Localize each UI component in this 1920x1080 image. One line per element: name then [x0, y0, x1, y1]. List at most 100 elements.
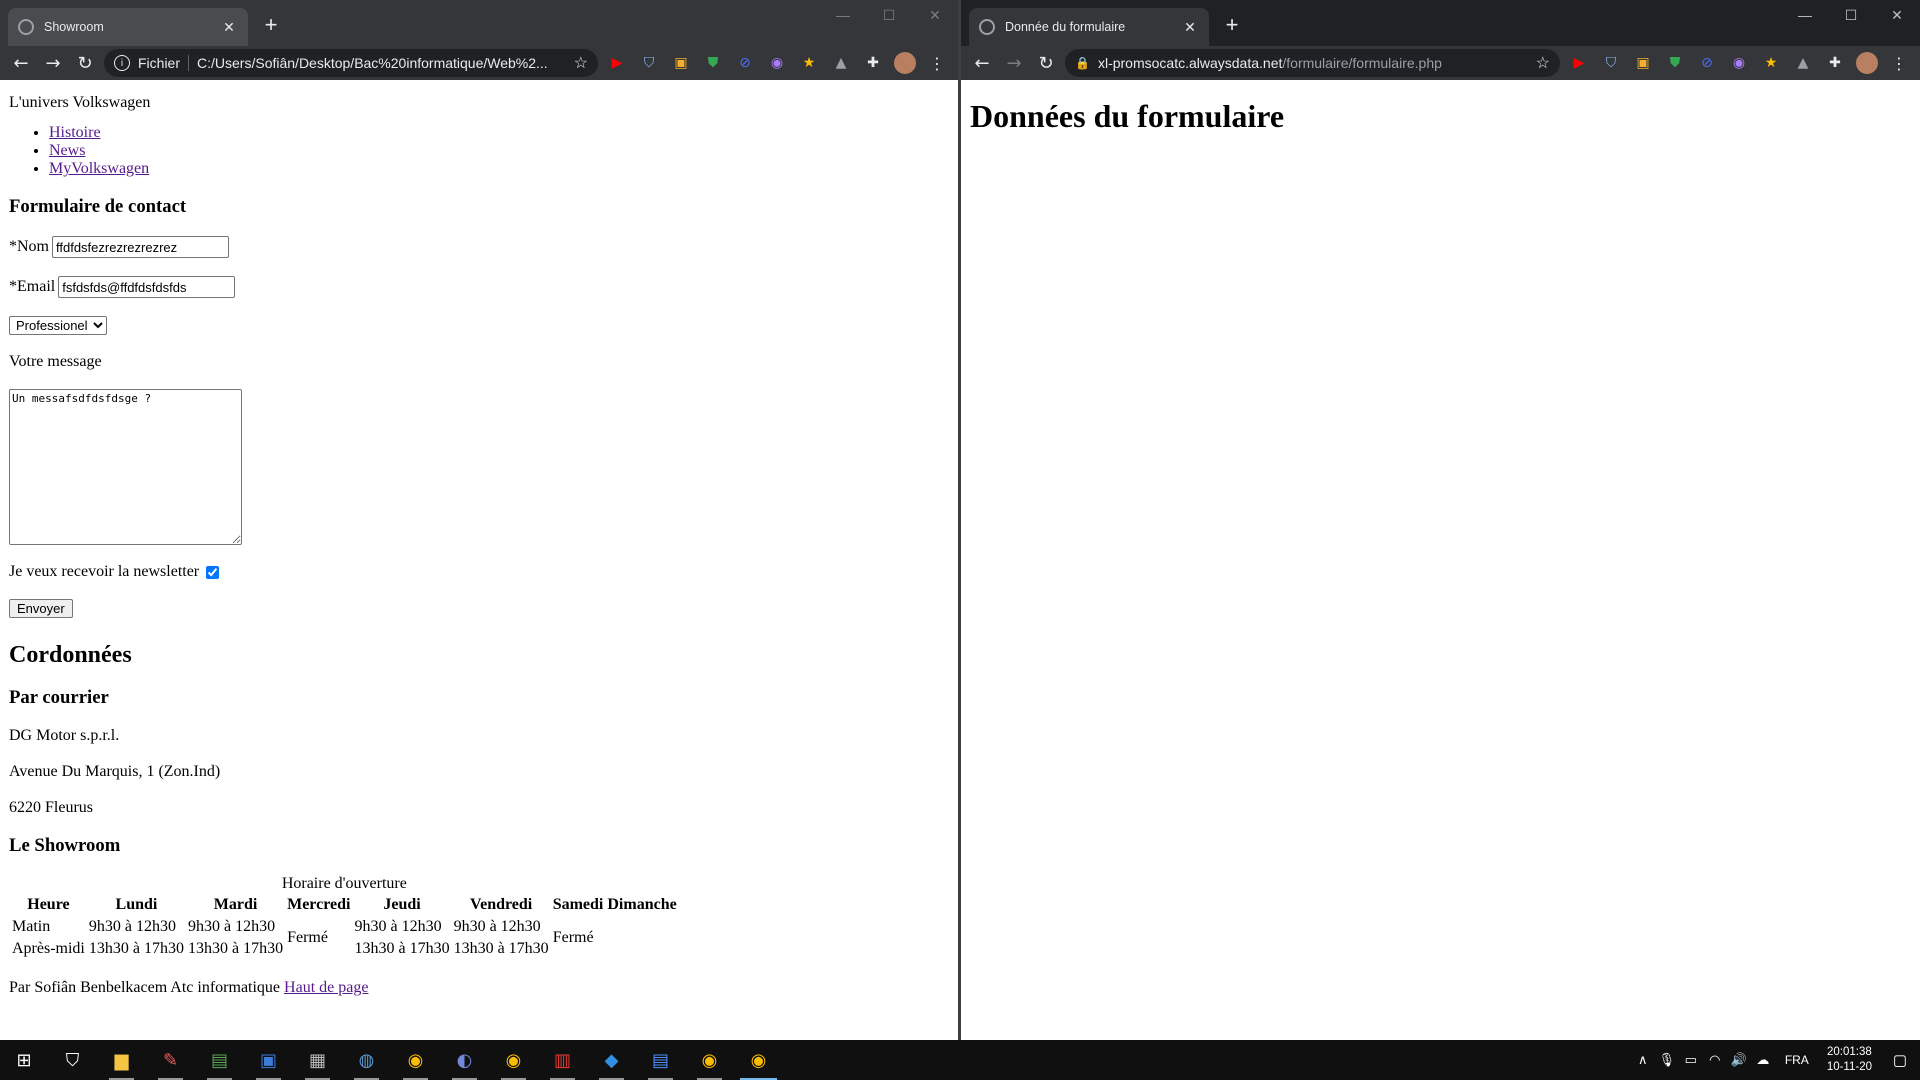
document-app-icon[interactable]: ▤ [636, 1040, 685, 1080]
wifi-icon[interactable]: ◠ [1703, 1040, 1727, 1080]
tab-form-data[interactable]: Donnée du formulaire ✕ [969, 8, 1209, 46]
bookmark-star-icon[interactable]: ☆ [1536, 53, 1550, 73]
close-window-button[interactable]: ✕ [1874, 0, 1920, 30]
th-jeudi: Jeudi [383, 896, 421, 913]
minimize-button[interactable]: — [1782, 0, 1828, 30]
new-tab-button[interactable]: + [1219, 12, 1245, 38]
nav-link-news[interactable]: News [49, 142, 85, 159]
newsletter-row: Je veux recevoir la newsletter [9, 563, 949, 581]
nav-link-myvolkswagen[interactable]: MyVolkswagen [49, 160, 149, 177]
name-input[interactable] [52, 236, 229, 258]
reload-button[interactable]: ↻ [1033, 50, 1059, 76]
menu-icon[interactable]: ⋮ [1886, 50, 1912, 76]
taskbar: ⊞ ⛉ ▆ ✎ ▤ ▣ ▦ ◍ ◉ ◐ ◉ ▥ ◆ ▤ ◉ ◉ ∧ 🎙 ▭ ◠ … [0, 1040, 1920, 1080]
category-select[interactable]: Professionel [9, 316, 107, 335]
green-shield-extension-icon[interactable]: ⛊ [1662, 50, 1688, 76]
minimize-button[interactable]: — [820, 0, 866, 30]
volume-icon[interactable]: 🔊 [1727, 1040, 1751, 1080]
discord-icon[interactable]: ◐ [440, 1040, 489, 1080]
address-bar[interactable]: i Fichier C:/Users/Sofiân/Desktop/Bac%20… [104, 49, 598, 77]
file-explorer-icon[interactable]: ▆ [97, 1040, 146, 1080]
youtube-extension-icon[interactable]: ▶ [1566, 50, 1592, 76]
drive-extension-icon[interactable]: ▲ [1790, 50, 1816, 76]
chrome-icon[interactable]: ◉ [489, 1040, 538, 1080]
cloud-icon[interactable]: ☁ [1751, 1040, 1775, 1080]
chrome-icon[interactable]: ◉ [391, 1040, 440, 1080]
youtube-extension-icon[interactable]: ▶ [604, 50, 630, 76]
info-icon[interactable]: i [114, 55, 130, 71]
drive-extension-icon[interactable]: ▲ [828, 50, 854, 76]
nav-link-histoire[interactable]: Histoire [49, 124, 101, 141]
browser-window-left: Showroom ✕ + — ☐ ✕ ← → ↻ i Fichier C:/Us… [0, 0, 958, 1040]
eye-extension-icon[interactable]: ◉ [764, 50, 790, 76]
calculator-icon[interactable]: ▦ [293, 1040, 342, 1080]
chat-app-icon[interactable]: ◍ [342, 1040, 391, 1080]
back-button[interactable]: ← [969, 50, 995, 76]
star-extension-icon[interactable]: ★ [796, 50, 822, 76]
table-cell: Fermé [552, 929, 594, 946]
security-app-icon[interactable]: ⛉ [48, 1040, 97, 1080]
paint-app-icon[interactable]: ✎ [146, 1040, 195, 1080]
pdf-app-icon[interactable]: ▥ [538, 1040, 587, 1080]
chevron-up-icon[interactable]: ∧ [1631, 1040, 1655, 1080]
email-input[interactable] [58, 276, 236, 298]
chrome-icon[interactable]: ◉ [734, 1040, 783, 1080]
clock-date: 10-11-20 [1826, 1061, 1872, 1073]
green-shield-extension-icon[interactable]: ⛊ [700, 50, 726, 76]
table-cell: 9h30 à 12h30 [187, 918, 276, 935]
maximize-button[interactable]: ☐ [1828, 0, 1874, 30]
close-window-button[interactable]: ✕ [912, 0, 958, 30]
address-divider [188, 55, 190, 71]
submit-button[interactable]: Envoyer [9, 599, 73, 618]
reload-button[interactable]: ↻ [72, 50, 98, 76]
new-tab-button[interactable]: + [258, 12, 284, 38]
language-indicator[interactable]: FRA [1775, 1053, 1819, 1067]
lock-icon[interactable]: 🔒 [1075, 56, 1090, 70]
clock[interactable]: 20:01:38 10-11-20 [1819, 1045, 1880, 1075]
address-bar[interactable]: 🔒 xl-promsocatc.alwaysdata.net/formulair… [1065, 49, 1560, 77]
bookmark-star-icon[interactable]: ☆ [574, 53, 588, 73]
eye-extension-icon[interactable]: ◉ [1726, 50, 1752, 76]
blocker-extension-icon[interactable]: ⊘ [1694, 50, 1720, 76]
browser-toolbar: ← → ↻ i Fichier C:/Users/Sofiân/Desktop/… [0, 46, 958, 80]
puzzle-extensions-icon[interactable]: ✚ [860, 50, 886, 76]
nav-item-myvolkswagen: MyVolkswagen [49, 160, 949, 178]
back-button[interactable]: ← [8, 50, 34, 76]
maximize-button[interactable]: ☐ [866, 0, 912, 30]
id-card-extension-icon[interactable]: ▣ [1630, 50, 1656, 76]
globe-icon [979, 19, 995, 35]
microphone-icon[interactable]: 🎙 [1655, 1040, 1679, 1080]
blocker-extension-icon[interactable]: ⊘ [732, 50, 758, 76]
url-text[interactable]: C:/Users/Sofiân/Desktop/Bac%20informatiq… [197, 55, 566, 71]
menu-icon[interactable]: ⋮ [924, 50, 950, 76]
close-tab-icon[interactable]: ✕ [220, 19, 238, 36]
name-label: *Nom [9, 238, 49, 255]
newsletter-checkbox[interactable] [206, 565, 220, 579]
puzzle-extensions-icon[interactable]: ✚ [1822, 50, 1848, 76]
vscode-icon[interactable]: ◆ [587, 1040, 636, 1080]
chrome-icon[interactable]: ◉ [685, 1040, 734, 1080]
notification-icon[interactable]: ▢ [1880, 1051, 1920, 1069]
notepad-app-icon[interactable]: ▤ [195, 1040, 244, 1080]
close-tab-icon[interactable]: ✕ [1181, 19, 1199, 36]
id-card-extension-icon[interactable]: ▣ [668, 50, 694, 76]
star-extension-icon[interactable]: ★ [1758, 50, 1784, 76]
footer-text: Par Sofiân Benbelkacem Atc informatique [9, 979, 281, 996]
showroom-heading: Le Showroom [9, 835, 121, 856]
back-to-top-link[interactable]: Haut de page [284, 979, 368, 996]
table-cell: 9h30 à 12h30 [88, 918, 176, 935]
battery-icon[interactable]: ▭ [1679, 1040, 1703, 1080]
forward-button[interactable]: → [1001, 50, 1027, 76]
profile-avatar[interactable] [1856, 52, 1878, 74]
globe-icon [18, 19, 34, 35]
tab-showroom[interactable]: Showroom ✕ [8, 8, 248, 46]
th-mercredi: Mercredi [287, 896, 351, 913]
shield-extension-icon[interactable]: ⛉ [1598, 50, 1624, 76]
shield-extension-icon[interactable]: ⛉ [636, 50, 662, 76]
profile-avatar[interactable] [894, 52, 916, 74]
dev-app-icon[interactable]: ▣ [244, 1040, 293, 1080]
message-textarea[interactable]: Un messafsdfdsfdsge ? [9, 389, 242, 545]
url-text[interactable]: xl-promsocatc.alwaysdata.net/formulaire/… [1098, 55, 1528, 71]
windows-start-icon[interactable]: ⊞ [0, 1040, 48, 1080]
forward-button[interactable]: → [40, 50, 66, 76]
